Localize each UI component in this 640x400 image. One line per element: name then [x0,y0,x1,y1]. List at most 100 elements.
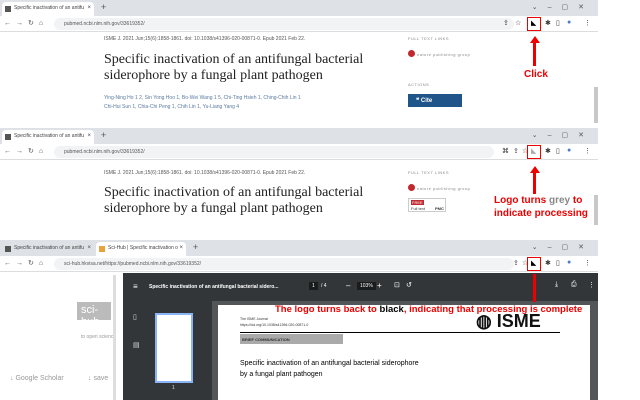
pmc-free-full-text-link[interactable]: FREE Full text PMC [408,198,446,212]
tab-scihub[interactable]: Sci-Hub | Specific inactivation o × [96,242,186,256]
free-badge: FREE [411,200,424,205]
pmc-label: PMC [435,206,444,211]
pdf-toolbar: ≡ Specific inactivation of an antifungal… [123,273,598,301]
translate-icon[interactable]: ⌘ [502,147,509,155]
publisher-logo[interactable] [408,50,415,57]
pdf-title-line-1: Specific inactivation of an antifungal b… [240,360,419,367]
pdf-menu-icon[interactable]: ≡ [133,282,138,291]
bookmark-star-icon[interactable]: ☆ [515,19,521,27]
new-tab-button[interactable]: + [101,130,106,140]
pdf-sidebar: ▯ ▤ 1 [123,301,212,400]
zoom-input[interactable]: 103% [357,282,376,290]
url-input[interactable]: sci-hub.hkvisa.net/https://pubmed.ncbi.n… [54,258,514,270]
favicon-icon [5,134,11,140]
google-scholar-link[interactable]: ↓ Google Scholar [10,375,64,382]
menu-icon[interactable]: ⋮ [584,19,591,27]
share-icon[interactable]: ⇪ [513,259,519,267]
outline-icon[interactable]: ▤ [133,341,140,349]
new-tab-button[interactable]: + [101,2,106,12]
zoom-in-button[interactable]: + [377,281,382,290]
favicon-icon [5,246,11,252]
close-tab-icon[interactable]: × [87,5,91,11]
scihub-logo[interactable]: sci-hub [77,302,111,320]
page-thumbnail[interactable] [155,313,193,383]
print-icon[interactable]: ⎙ [571,281,577,289]
publisher-name: nature publishing group [417,52,471,57]
browser-window-step-2: Specific inactivation of an antifu × + ⌄–… [0,128,598,226]
annotation-grey: grey [549,195,571,206]
favicon-icon [99,246,105,252]
window-controls[interactable]: ⌄–▢✕ [532,243,594,251]
save-link[interactable]: ↓ save [88,375,108,382]
annotation-complete: The logo turns back to black, indicating… [275,303,582,316]
arrow [533,172,536,194]
tab-pubmed[interactable]: Specific inactivation of an antifu × [2,2,94,16]
cite-button[interactable]: ❝ Cite [408,94,462,107]
citation: ISME J. 2021 Jun;15(6):1858-1861. doi: 1… [104,36,306,42]
thumbnails-icon[interactable]: ▯ [133,313,137,321]
scihub-tagline: to open science [81,334,117,340]
browser-window-step-1: Specific inactivation of an antifu × + ⌄–… [0,0,598,124]
article-title: Specific inactivation of an antifungal b… [104,185,364,216]
menu-icon[interactable]: ⋮ [584,147,591,155]
tab-pubmed[interactable]: Specific inactivation of an antifu × [2,242,94,256]
profile-avatar[interactable]: ● [567,19,571,26]
tab-bar: Specific inactivation of an antifu × + ⌄–… [0,0,598,16]
navigation-buttons[interactable]: ←→↻⌂ [4,19,48,27]
authors-line-1[interactable]: Ying-Ning Ho 1 2, Sin Yong Hoo 1, Bo-Wei… [104,94,301,102]
url-input[interactable]: pubmed.ncbi.nlm.nih.gov/33619352/ [54,146,494,158]
extensions-puzzle-icon[interactable]: ✱ [545,259,551,267]
new-tab-button[interactable]: + [193,242,198,252]
share-icon[interactable]: ⇪ [503,19,509,27]
pdf-page-input[interactable]: 1 [309,282,318,290]
annotation-text: Logo turns [494,195,549,206]
fit-page-icon[interactable]: ⊡ [394,281,400,289]
annotation-click: Click [524,69,548,80]
window-controls[interactable]: ⌄–▢✕ [532,3,594,11]
article-title: Specific inactivation of an antifungal b… [104,52,364,83]
pdf-page-count: / 4 [321,283,327,289]
address-bar-row: ←→↻⌂ pubmed.ncbi.nlm.nih.gov/33619352/ ⇪… [0,16,598,32]
full-text-label: Full text [411,206,426,211]
annotation-black: black [379,304,404,315]
pubmed-content: ISME J. 2021 Jun;15(6):1858-1861. doi: 1… [0,32,598,124]
arrow [533,42,536,66]
favicon-icon [5,6,11,12]
download-icon[interactable]: ⤓ [555,281,558,289]
thumbnail-label: 1 [172,385,175,391]
journal-name: The ISME Journal [240,317,269,321]
pdf-title-line-2: by a fungal plant pathogen [240,371,323,378]
close-tab-icon[interactable]: × [87,133,91,139]
tab-label: Specific inactivation of an antifu [14,133,85,139]
left-scrollbar[interactable] [113,275,116,400]
pdf-more-icon[interactable]: ⋮ [588,281,595,289]
scrollbar[interactable] [594,87,598,123]
header-rule [240,332,560,333]
profile-avatar[interactable]: ● [567,259,571,266]
authors-line-2[interactable]: Chi-Hui Sun 1, Chia-Chi Peng 1, Chih Lin… [104,103,239,111]
share-icon[interactable]: ⇪ [513,147,519,155]
extensions-puzzle-icon[interactable]: ✱ [545,147,551,155]
zoom-out-button[interactable]: – [346,281,350,290]
doi: https://doi.org/10.1038/s41396-020-00871… [240,323,309,327]
tab-pubmed[interactable]: Specific inactivation of an antifu × [2,130,94,144]
browser-window-step-3: Specific inactivation of an antifu × Sci-… [0,240,598,400]
scihub-content: sci-hub to open science ↓ Google Scholar… [0,272,598,400]
menu-icon[interactable]: ⋮ [584,259,591,267]
close-tab-icon[interactable]: × [87,245,91,251]
url-input[interactable]: pubmed.ncbi.nlm.nih.gov/33619352/ [54,18,514,30]
side-panel-icon[interactable]: ▯ [556,259,560,267]
navigation-buttons[interactable]: ←→↻⌂ [4,259,48,267]
side-panel-icon[interactable]: ▯ [556,147,560,155]
side-panel-icon[interactable]: ▯ [556,19,560,27]
publisher-logo[interactable] [408,184,415,191]
navigation-buttons[interactable]: ←→↻⌂ [4,147,48,155]
window-controls[interactable]: ⌄–▢✕ [532,131,594,139]
pdf-viewer: ≡ Specific inactivation of an antifungal… [123,273,598,400]
rotate-icon[interactable]: ↺ [406,281,412,289]
profile-avatar[interactable]: ● [567,147,571,154]
arrow-head [530,166,540,173]
close-tab-icon[interactable]: × [179,245,183,251]
scrollbar[interactable] [594,195,598,225]
extensions-puzzle-icon[interactable]: ✱ [545,19,551,27]
